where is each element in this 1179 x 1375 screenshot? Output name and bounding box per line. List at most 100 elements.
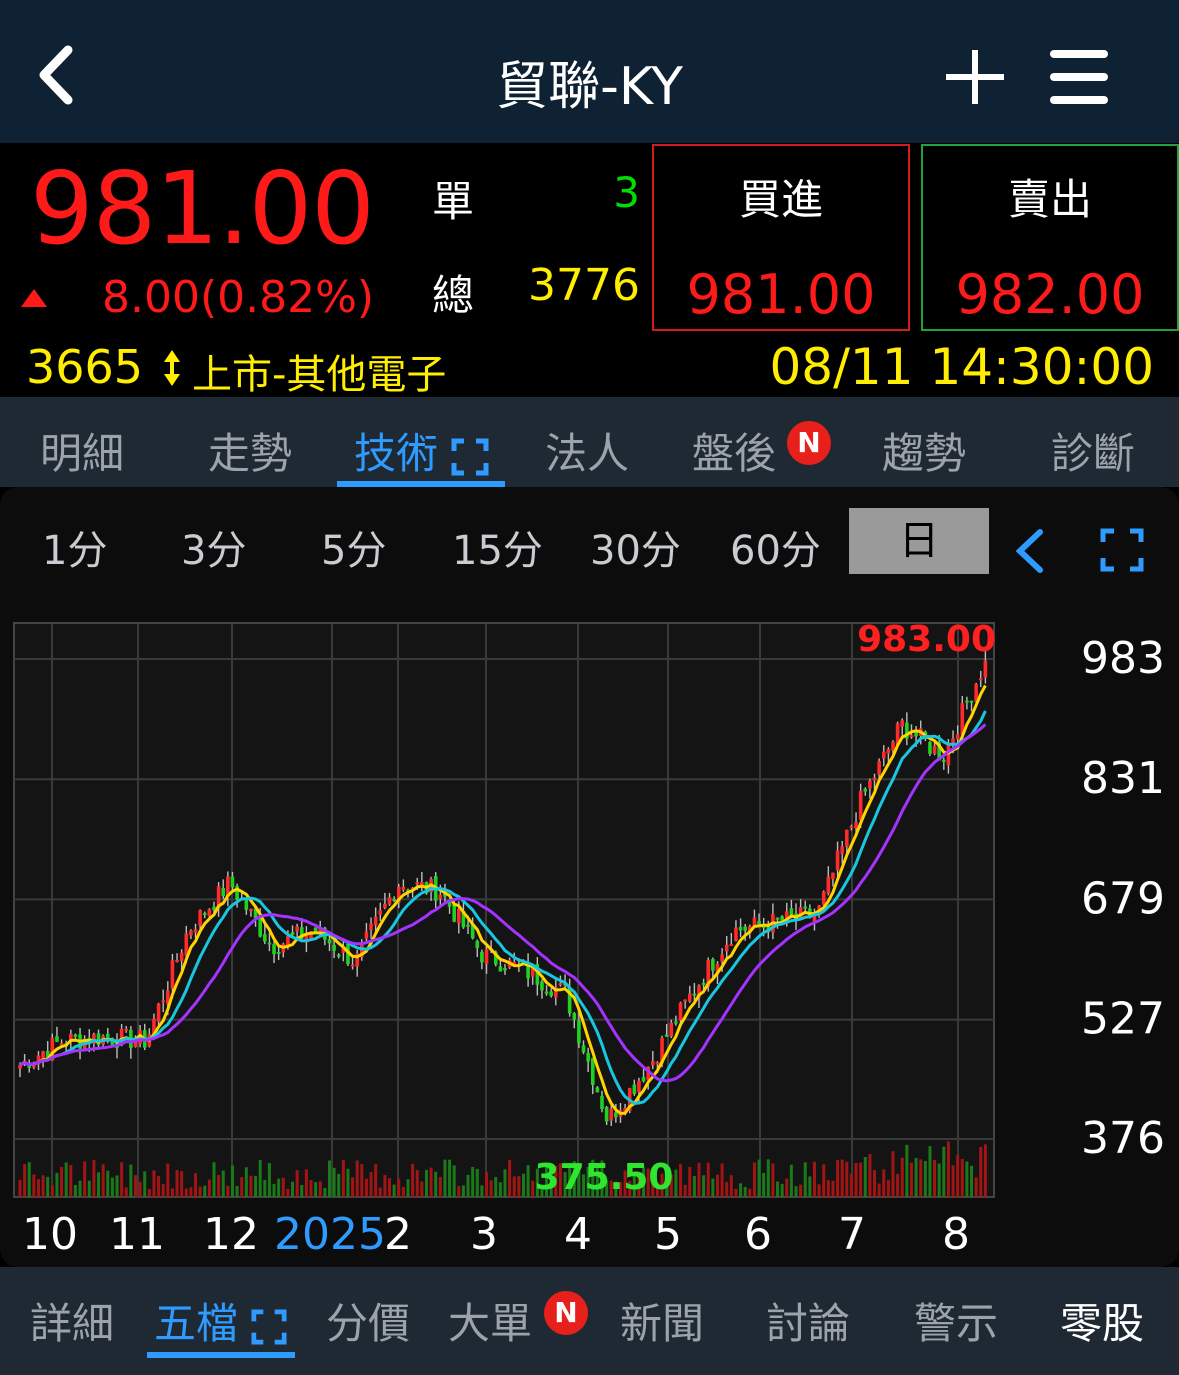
btab-price-distribution[interactable]: 分價 (326, 1290, 410, 1351)
volume-bar (683, 1184, 687, 1197)
btab-alerts[interactable]: 警示 (914, 1290, 998, 1351)
volume-bar (332, 1167, 336, 1197)
add-watchlist-icon[interactable] (940, 42, 1010, 112)
candle-body (175, 960, 179, 963)
tab-trend[interactable]: 趨勢 (882, 420, 966, 481)
change-percent: (0.82%) (199, 272, 375, 323)
tab-technical[interactable]: 技術 (354, 420, 489, 481)
btab-discussion[interactable]: 討論 (766, 1290, 850, 1351)
volume-bar (877, 1183, 881, 1197)
candle-body (55, 1036, 59, 1042)
volume-bar (295, 1169, 299, 1197)
volume-bar (803, 1162, 807, 1197)
volume-bar (480, 1185, 484, 1197)
hamburger-menu-icon[interactable] (1046, 44, 1112, 110)
volume-bar (157, 1176, 161, 1197)
candlestick-chart[interactable]: 983.00 375.50 983831679527376 10 11 12 2025… (0, 609, 1179, 1267)
expand-chart-icon[interactable] (1100, 528, 1144, 572)
buy-button[interactable]: 買進 981.00 (652, 144, 910, 331)
candle-body (854, 822, 858, 829)
volume-bar (452, 1165, 456, 1197)
price-change: 8.00(0.82%) (102, 272, 374, 323)
volume-bar (60, 1167, 64, 1197)
candle-body (909, 735, 914, 738)
volume-bar (919, 1159, 923, 1197)
candle-body (350, 964, 355, 967)
candle-body (600, 1096, 604, 1110)
interval-60min[interactable]: 60分 (730, 518, 821, 576)
btab-detail[interactable]: 詳細 (30, 1290, 114, 1351)
candle-body (590, 1058, 595, 1085)
interval-15min[interactable]: 15分 (452, 518, 543, 576)
volume-bar (702, 1175, 706, 1197)
candle-body (692, 993, 697, 996)
volume-bar (905, 1144, 909, 1197)
x-tick-label: 6 (744, 1209, 772, 1260)
btab-large-orders[interactable]: 大單 (448, 1290, 532, 1351)
volume-bar (235, 1185, 239, 1197)
interval-5min[interactable]: 5分 (321, 518, 386, 576)
volume-bar (207, 1179, 211, 1197)
tab-institutional[interactable]: 法人 (545, 420, 629, 481)
candle-body (595, 1087, 600, 1093)
volume-bar (785, 1178, 789, 1197)
volume-bar (230, 1165, 234, 1197)
volume-bar (110, 1177, 114, 1197)
candle-body (230, 876, 235, 888)
volume-bar (277, 1178, 281, 1197)
tab-after-hours[interactable]: 盤後 (692, 420, 776, 481)
tab-intraday[interactable]: 走勢 (208, 420, 292, 481)
btab-five-levels[interactable]: 五檔 (154, 1290, 287, 1351)
volume-bar (817, 1184, 821, 1197)
candle-body (392, 899, 396, 902)
volume-bar (485, 1172, 489, 1197)
fullscreen-icon[interactable] (251, 1308, 287, 1345)
volume-bar (498, 1182, 502, 1197)
candle-body (438, 894, 443, 899)
volume-bar (429, 1167, 433, 1197)
candle-body (207, 909, 212, 916)
volume-bar (78, 1180, 82, 1197)
volume-bar (896, 1173, 900, 1197)
candle-body (711, 959, 715, 971)
interval-3min[interactable]: 3分 (181, 518, 246, 576)
total-volume-label: 總 (432, 271, 475, 320)
candle-body (655, 1062, 660, 1065)
btab-odd-lots[interactable]: 零股 (1060, 1290, 1144, 1351)
volume-bar (776, 1181, 780, 1197)
interval-day[interactable]: 日 (849, 508, 989, 574)
chevron-left-icon[interactable] (1010, 526, 1050, 576)
volume-bar (794, 1186, 798, 1197)
candle-body (683, 999, 687, 1002)
volume-bar (720, 1163, 724, 1197)
volume-bar (965, 1161, 969, 1197)
candle-body (729, 943, 734, 946)
tab-diagnosis[interactable]: 診斷 (1051, 420, 1135, 481)
candle-body (831, 872, 835, 879)
volume-bar (106, 1170, 110, 1197)
volume-bar (240, 1177, 244, 1197)
interval-30min[interactable]: 30分 (590, 518, 681, 576)
sell-button[interactable]: 賣出 982.00 (921, 144, 1179, 331)
candle-body (466, 924, 470, 927)
last-price: 981.00 (30, 150, 375, 267)
candle-body (877, 761, 881, 775)
fullscreen-icon[interactable] (451, 438, 489, 476)
btab-news[interactable]: 新聞 (620, 1290, 704, 1351)
tab-detail[interactable]: 明細 (40, 420, 124, 481)
volume-bar (23, 1164, 27, 1197)
volume-bar (189, 1187, 193, 1197)
volume-bar (411, 1163, 415, 1197)
tab-technical-label: 技術 (354, 429, 439, 478)
volume-bar (304, 1169, 308, 1197)
volume-bar (341, 1159, 345, 1197)
candle-body (835, 850, 840, 871)
candle-body (540, 981, 544, 991)
interval-1min[interactable]: 1分 (42, 518, 107, 576)
candle-body (484, 949, 489, 964)
volume-bar (715, 1174, 719, 1197)
volume-bar (743, 1186, 747, 1197)
up-triangle-icon (21, 289, 47, 307)
volume-bar (697, 1162, 701, 1197)
volume-bar (443, 1159, 447, 1197)
